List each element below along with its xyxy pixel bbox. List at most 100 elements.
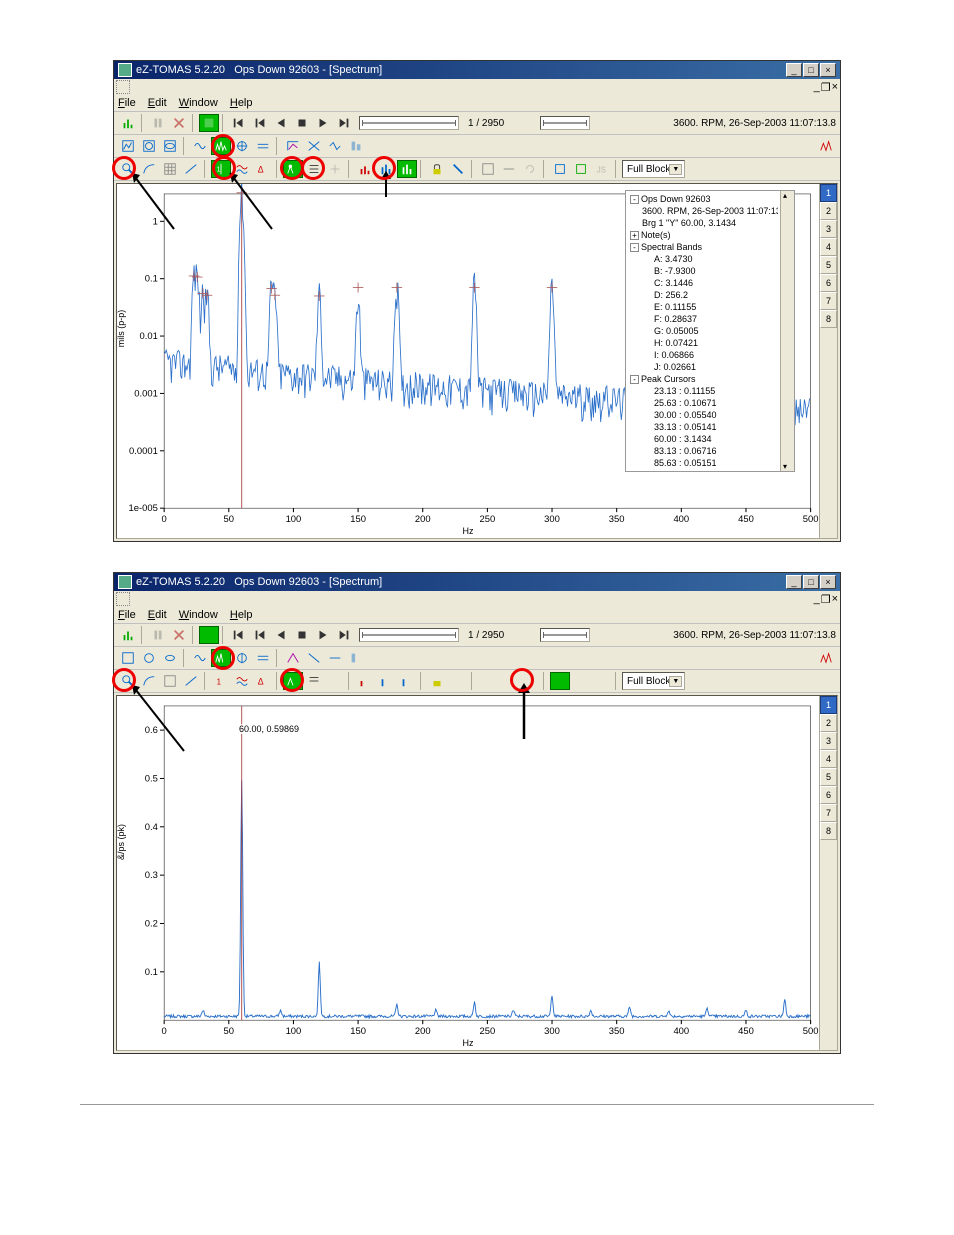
bars-1-icon[interactable] (355, 672, 375, 690)
chart-tool-1-icon[interactable] (478, 672, 498, 690)
plot-type-7-icon[interactable] (253, 137, 273, 155)
plot-type-3-icon[interactable] (160, 649, 180, 667)
plot-2[interactable]: 0501001502002503003504004505000.60.50.40… (117, 696, 819, 1050)
play-icon[interactable] (313, 626, 333, 644)
export-1-icon[interactable] (550, 672, 570, 690)
export-3-icon[interactable]: JS (592, 160, 612, 178)
zoom-icon[interactable] (118, 672, 138, 690)
plot-type-6-icon[interactable] (232, 137, 252, 155)
tab-3[interactable]: 3 (820, 220, 837, 238)
plot-type-8-icon[interactable] (283, 649, 303, 667)
plot-type-1-icon[interactable] (118, 137, 138, 155)
speed-slider[interactable] (540, 116, 590, 130)
plot-type-6-icon[interactable] (232, 649, 252, 667)
legend-scrollbar[interactable] (780, 191, 794, 471)
menu-edit[interactable]: Edit (148, 609, 167, 621)
plot-spectrum-icon[interactable] (211, 137, 231, 155)
multi-wave-icon[interactable] (232, 672, 252, 690)
tab-4[interactable]: 4 (820, 238, 837, 256)
diff-icon[interactable]: Δ (253, 672, 273, 690)
bars-3-icon[interactable] (397, 160, 417, 178)
rewind-step-icon[interactable] (250, 114, 270, 132)
mdi-minimize-button[interactable]: _ (814, 81, 820, 94)
rewind-step-icon[interactable] (250, 626, 270, 644)
bars-3-icon[interactable] (397, 672, 417, 690)
tab-8[interactable]: 8 (820, 310, 837, 328)
refresh-icon[interactable] (520, 672, 540, 690)
tab-4[interactable]: 4 (820, 750, 837, 768)
menu-help[interactable]: Help (230, 97, 253, 109)
diff-icon[interactable]: Δ (253, 160, 273, 178)
tab-6[interactable]: 6 (820, 274, 837, 292)
plot-type-2-icon[interactable] (139, 137, 159, 155)
plot-type-11-icon[interactable] (346, 137, 366, 155)
lock-icon[interactable] (427, 672, 447, 690)
multi-wave-icon[interactable] (232, 160, 252, 178)
tab-1[interactable]: 1 (820, 696, 837, 714)
peak-cursor-icon[interactable] (283, 672, 303, 690)
chart-tool-2-icon[interactable] (499, 672, 519, 690)
record-icon[interactable] (199, 114, 219, 132)
bars-2-icon[interactable] (376, 160, 396, 178)
speed-slider[interactable] (540, 628, 590, 642)
menu-window[interactable]: Window (179, 97, 218, 109)
delete-icon[interactable] (169, 626, 189, 644)
tab-6[interactable]: 6 (820, 786, 837, 804)
plot-spectrum-icon[interactable] (211, 649, 231, 667)
export-2-icon[interactable] (571, 160, 591, 178)
spectrum-indicator-icon[interactable] (816, 137, 836, 155)
tab-5[interactable]: 5 (820, 768, 837, 786)
linear-icon[interactable] (181, 672, 201, 690)
play-back-icon[interactable] (271, 626, 291, 644)
mdi-restore-button[interactable]: ❐ (821, 593, 831, 606)
log-scale-icon[interactable] (139, 672, 159, 690)
play-back-icon[interactable] (271, 114, 291, 132)
rewind-full-icon[interactable] (229, 114, 249, 132)
delete-icon[interactable] (169, 114, 189, 132)
export-2-icon[interactable] (571, 672, 591, 690)
menu-edit[interactable]: Edit (148, 97, 167, 109)
chart-tool-2-icon[interactable] (499, 160, 519, 178)
signal-icon[interactable] (118, 626, 138, 644)
play-icon[interactable] (313, 114, 333, 132)
frame-slider[interactable] (359, 628, 459, 642)
menu-help[interactable]: Help (230, 609, 253, 621)
offset-icon[interactable] (325, 160, 345, 178)
grid-icon[interactable] (160, 672, 180, 690)
bars-2-icon[interactable] (376, 672, 396, 690)
mdi-restore-button[interactable]: ❐ (821, 81, 831, 94)
tab-7[interactable]: 7 (820, 292, 837, 310)
forward-full-icon[interactable] (334, 114, 354, 132)
grid-icon[interactable] (160, 160, 180, 178)
maximize-button[interactable]: □ (803, 63, 819, 77)
tab-3[interactable]: 3 (820, 732, 837, 750)
tools-icon[interactable] (448, 160, 468, 178)
tab-2[interactable]: 2 (820, 202, 837, 220)
maximize-button[interactable]: □ (803, 575, 819, 589)
plot-type-4-icon[interactable] (190, 137, 210, 155)
plot-type-9-icon[interactable] (304, 649, 324, 667)
tools-icon[interactable] (448, 672, 468, 690)
tab-7[interactable]: 7 (820, 804, 837, 822)
cursor-1-icon[interactable]: 1 (211, 672, 231, 690)
plot-type-7-icon[interactable] (253, 649, 273, 667)
block-dropdown[interactable]: Full Block (622, 160, 685, 178)
plot-1[interactable]: 05010015020025030035040045050010.10.010.… (117, 184, 819, 538)
forward-full-icon[interactable] (334, 626, 354, 644)
linear-icon[interactable] (181, 160, 201, 178)
menu-file[interactable]: File (118, 609, 136, 621)
cursor-mode-icon[interactable]: 1 (211, 160, 231, 178)
mdi-minimize-button[interactable]: _ (814, 593, 820, 606)
plot-type-4-icon[interactable] (190, 649, 210, 667)
export-3-icon[interactable] (592, 672, 612, 690)
pause-icon[interactable] (148, 114, 168, 132)
menu-window[interactable]: Window (179, 609, 218, 621)
plot-type-8-icon[interactable] (283, 137, 303, 155)
close-button[interactable]: × (820, 63, 836, 77)
menu-file[interactable]: File (118, 97, 136, 109)
list-icon[interactable] (304, 160, 324, 178)
record-icon[interactable] (199, 626, 219, 644)
close-button[interactable]: × (820, 575, 836, 589)
block-dropdown[interactable]: Full Block (622, 672, 685, 690)
export-1-icon[interactable] (550, 160, 570, 178)
